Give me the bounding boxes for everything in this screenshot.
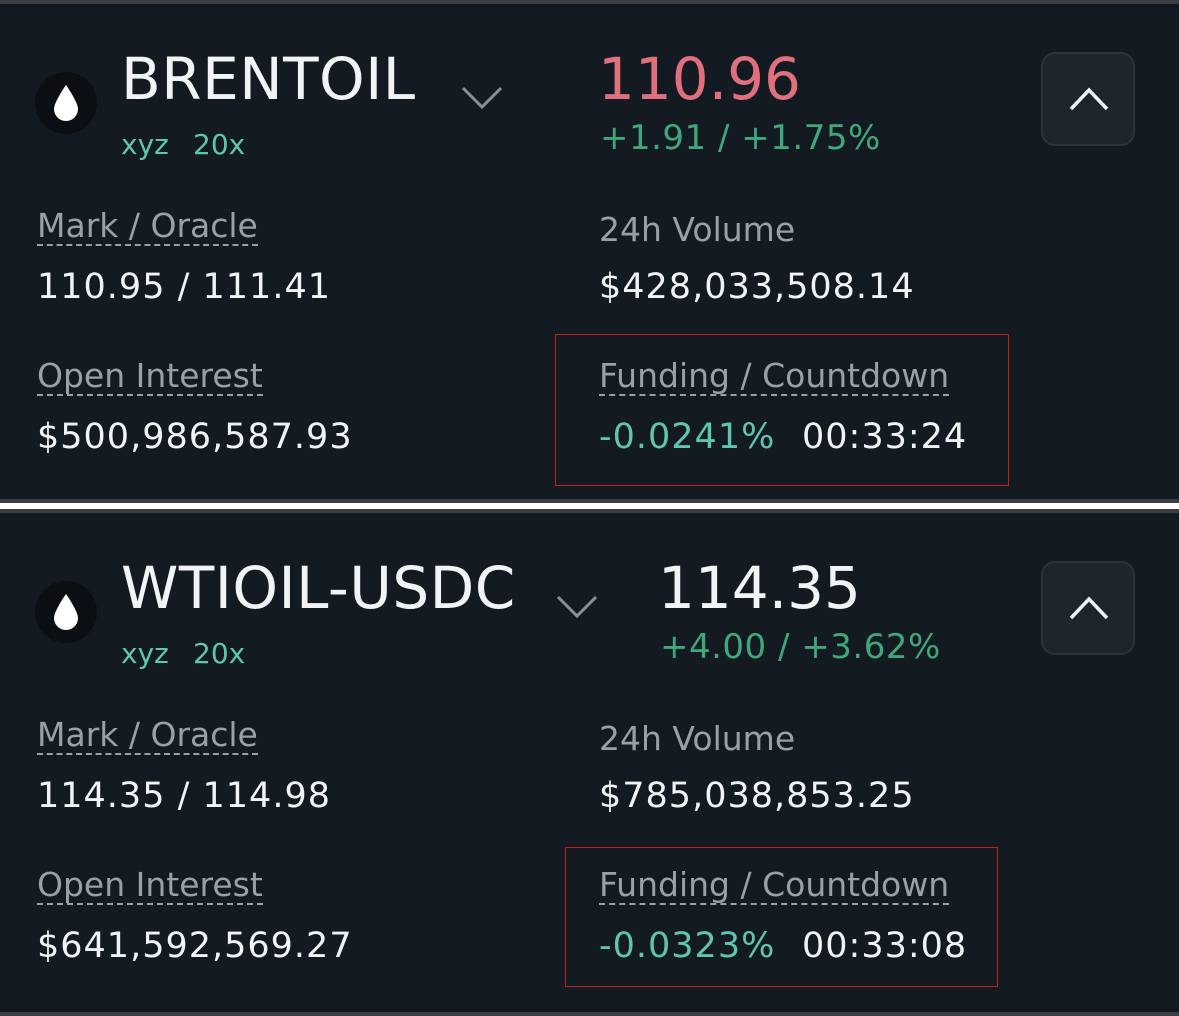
funding-label[interactable]: Funding / Countdown xyxy=(599,358,950,396)
last-price: 114.35 xyxy=(658,554,861,622)
collapse-button[interactable] xyxy=(1041,52,1135,146)
dex-badge: xyz xyxy=(121,128,169,161)
funding-label[interactable]: Funding / Countdown xyxy=(599,867,950,905)
leverage-badge: 20x xyxy=(193,128,246,161)
leverage-badge: 20x xyxy=(193,637,246,670)
volume-label: 24h Volume xyxy=(599,210,796,249)
volume-value: $785,038,853.25 xyxy=(599,776,915,816)
collapse-button[interactable] xyxy=(1041,561,1135,655)
mark-oracle-label[interactable]: Mark / Oracle xyxy=(37,717,258,755)
market-selector-chevron-down-icon[interactable] xyxy=(461,86,503,114)
open-interest-value: $500,986,587.93 xyxy=(37,417,353,457)
open-interest-label[interactable]: Open Interest xyxy=(37,358,263,396)
mark-oracle-value: 114.35 / 114.98 xyxy=(37,776,331,816)
market-selector-chevron-down-icon[interactable] xyxy=(556,595,598,623)
oil-drop-icon xyxy=(35,581,97,643)
oil-drop-icon xyxy=(35,72,97,134)
dex-badge: xyz xyxy=(121,637,169,670)
funding-rate-value: -0.0241% xyxy=(599,417,776,457)
mark-oracle-label[interactable]: Mark / Oracle xyxy=(37,208,258,246)
open-interest-label[interactable]: Open Interest xyxy=(37,867,263,905)
open-interest-value: $641,592,569.27 xyxy=(37,926,353,966)
funding-countdown: 00:33:24 xyxy=(802,417,968,457)
market-header-wtioil-usdc: WTIOIL-USDC xyz 20x 114.35 +4.00 / +3.62… xyxy=(0,509,1179,1016)
market-symbol[interactable]: WTIOIL-USDC xyxy=(121,553,516,623)
funding-countdown: 00:33:08 xyxy=(802,926,968,966)
price-change: +1.91 / +1.75% xyxy=(600,118,881,158)
market-header-brentoil: BRENTOIL xyz 20x 110.96 +1.91 / +1.75% M… xyxy=(0,0,1179,503)
mark-oracle-value: 110.95 / 111.41 xyxy=(37,267,331,307)
volume-label: 24h Volume xyxy=(599,719,796,758)
funding-rate-value: -0.0323% xyxy=(599,926,776,966)
volume-value: $428,033,508.14 xyxy=(599,267,915,307)
last-price: 110.96 xyxy=(598,45,801,113)
market-symbol[interactable]: BRENTOIL xyxy=(121,44,416,114)
price-change: +4.00 / +3.62% xyxy=(660,627,941,667)
